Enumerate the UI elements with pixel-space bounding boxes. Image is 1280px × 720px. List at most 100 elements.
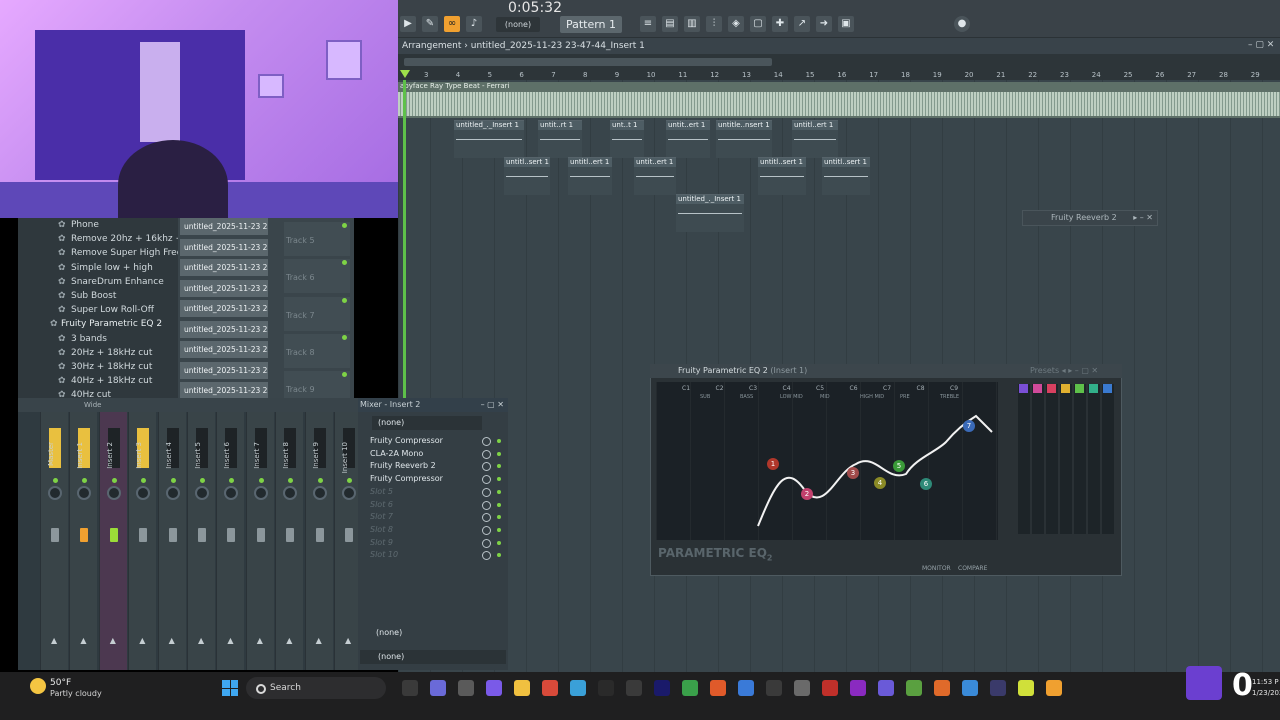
chrome-icon[interactable] [682,680,698,696]
route-arrow-icon[interactable]: ▲ [286,636,292,645]
fx-enable-dot[interactable] [497,451,501,456]
eq-band-node[interactable]: 5 [893,460,905,472]
browser-item[interactable]: 40Hz + 18kHz cut [71,376,152,386]
strip-enable-dot[interactable] [170,478,176,483]
pattern-clip[interactable]: untitle..nsert 1 [716,120,772,158]
strip-enable-dot[interactable] [141,478,147,483]
pattern-clip[interactable]: untit..ert 1 [666,120,710,158]
route-arrow-icon[interactable]: ▲ [80,636,86,645]
volume-fader[interactable] [139,528,148,542]
mixer-strip[interactable]: Insert 3 ▲ [128,412,157,670]
snap-link-icon[interactable]: ∞ [444,16,460,32]
pan-knob[interactable] [165,486,180,500]
pan-knob[interactable] [253,486,268,500]
reverb-window[interactable]: Fruity Reeverb 2 ▸ – ✕ [1022,210,1158,226]
volume-fader[interactable] [80,528,89,542]
fx-mix-knob[interactable] [482,525,491,535]
strip-enable-dot[interactable] [200,478,205,483]
widgets-icon[interactable] [458,680,474,696]
fx-slot[interactable]: Slot 5 [362,486,482,498]
piano-roll-icon[interactable]: ▤ [662,16,678,32]
pattern-clip[interactable]: untitl..sert 1 [504,157,550,195]
eq-band-slider[interactable] [1060,384,1072,534]
browser-item[interactable]: Super Low Roll-Off [71,305,154,315]
fx-slot[interactable]: Fruity Reeverb 2 [362,460,482,472]
browser-item[interactable]: Remove Super High Freq [71,248,182,258]
channel-item[interactable]: untitled_2025-11-23 23- [180,300,268,317]
playhead-marker[interactable] [400,70,410,78]
channel-item[interactable]: untitled_2025-11-23 23- [180,279,268,297]
strip-enable-dot[interactable] [317,478,323,483]
window-controls[interactable]: – ▢ ✕ [1248,40,1274,50]
fx-enable-dot[interactable] [497,439,501,443]
mixer-strip[interactable]: Insert 6 ▲ [216,412,245,670]
track-mute-dot[interactable] [342,297,347,303]
fx-enable-dot[interactable] [497,527,501,532]
browser-item[interactable]: Sub Boost [71,291,116,301]
mixer-strip[interactable]: Insert 7 ▲ [245,412,274,670]
mixer-strip[interactable]: Insert 8 ▲ [275,412,304,670]
opera-icon[interactable] [822,680,838,696]
control-panel-icon[interactable] [570,680,586,696]
eq-band-node[interactable]: 3 [847,467,859,479]
pattern-clip[interactable]: untitl..sert 1 [822,157,870,195]
task-view-icon[interactable] [402,680,418,696]
strip-enable-dot[interactable] [229,478,235,483]
route-arrow-icon[interactable]: ▲ [139,636,145,645]
plugin-picker-icon[interactable]: ✚ [772,16,788,32]
browser-item[interactable]: 20Hz + 18kHz cut [71,348,152,358]
volume-fader[interactable] [168,528,177,542]
plugin-icon[interactable]: ◈ [728,16,744,32]
fx-slot[interactable]: Fruity Compressor [362,473,482,485]
volume-fader[interactable] [286,528,295,542]
tempo-tapper-icon[interactable]: ↗ [794,16,810,32]
start-icon[interactable] [222,680,238,696]
mixer-mode[interactable]: Wide [84,401,101,409]
eq-band-slider[interactable] [1074,384,1086,534]
mixer-strip[interactable]: Master ▲ [40,412,68,670]
eq-band-node[interactable]: 1 [767,458,779,470]
steam-icon[interactable] [598,680,614,696]
strip-enable-dot[interactable] [288,478,294,483]
fx-slot[interactable]: Fruity Compressor [362,435,482,447]
channel-item[interactable]: untitled_2025-11-23 23- [180,320,268,338]
fx-mix-knob[interactable] [482,437,491,446]
reverb-controls[interactable]: ▸ – ✕ [1133,211,1153,225]
pattern-song-icon[interactable]: ▶ [400,16,416,32]
pattern-clip[interactable]: untitled_._Insert 1 [676,194,744,232]
browser-item[interactable]: 3 bands [71,334,107,344]
render-icon[interactable]: ➜ [816,16,832,32]
eq-band-node[interactable]: 7 [963,420,975,432]
eq-band-slider[interactable] [1088,384,1100,534]
eq-band-node[interactable]: 6 [920,478,932,490]
track-mute-dot[interactable] [342,334,347,340]
fx-mix-knob[interactable] [482,538,491,548]
eq-monitor-label[interactable]: MONITOR [922,565,951,572]
photoshop-icon[interactable] [654,680,670,696]
channel-item[interactable]: untitled_2025-11-23 23- [180,341,268,358]
strip-enable-dot[interactable] [258,478,264,483]
pan-knob[interactable] [312,486,327,500]
eq-presets[interactable]: Presets ◂ ▸ – ▢ ✕ [1030,366,1098,375]
track-label[interactable]: Track 7 [284,296,350,331]
browser-item[interactable]: Fruity Parametric EQ 2 [61,319,162,329]
eq-band-slider[interactable] [1046,384,1058,534]
fx-mix-knob[interactable] [482,500,491,510]
pattern-clip[interactable]: untitl..sert 1 [758,157,806,195]
route-arrow-icon[interactable]: ▲ [345,636,351,645]
ableton-icon[interactable] [934,680,950,696]
clock-time[interactable]: 11:53 P [1252,678,1279,686]
channel-item[interactable]: untitled_2025-11-23 23- [180,259,268,276]
snap-select[interactable]: (none) [496,17,540,32]
volume-fader[interactable] [256,528,265,542]
strip-enable-dot[interactable] [111,478,117,483]
pan-knob[interactable] [48,486,62,500]
project-icon[interactable]: ▣ [838,16,854,32]
route-arrow-icon[interactable]: ▲ [110,636,116,645]
pan-knob[interactable] [342,486,356,500]
fx-mix-knob[interactable] [482,449,491,459]
pan-knob[interactable] [106,486,121,500]
pattern-selector[interactable]: Pattern 1 [560,16,622,33]
notepad-icon[interactable] [962,680,978,696]
browser-item[interactable]: SnareDrum Enhance [71,277,164,287]
